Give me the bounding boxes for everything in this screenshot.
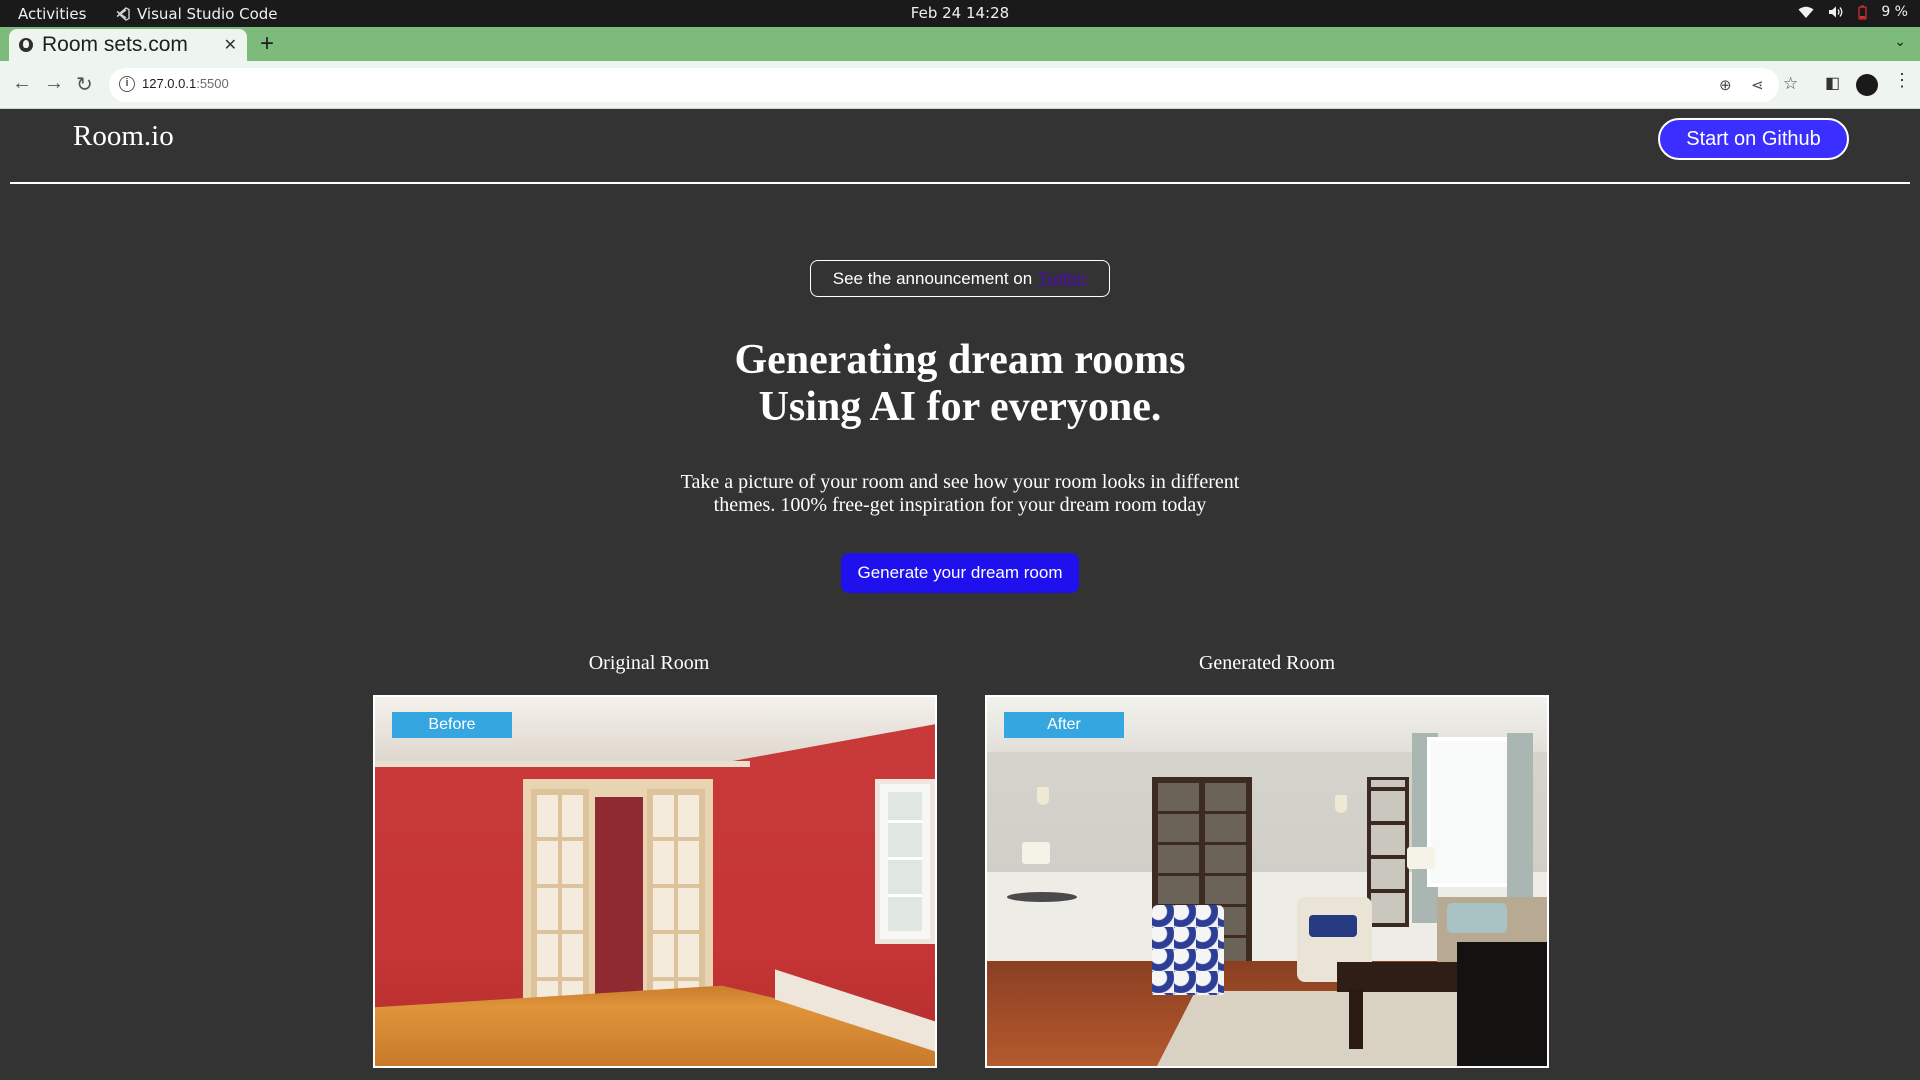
sidepanel-icon[interactable]: ◧: [1825, 73, 1840, 93]
page-content: Room.io Start on Github See the announce…: [0, 109, 1920, 1080]
hero-subtitle: Take a picture of your room and see how …: [680, 471, 1240, 516]
announcement-text: See the announcement on: [832, 268, 1033, 288]
address-bar[interactable]: i 127.0.0.1:5500 ⊕ ⋖ ☆: [109, 68, 1798, 102]
url-text: 127.0.0.1:5500: [142, 76, 229, 91]
before-badge: Before: [392, 712, 512, 738]
generate-dream-room-button[interactable]: Generate your dream room: [841, 553, 1079, 593]
headline-line-2: Using AI for everyone.: [758, 384, 1162, 430]
system-tray[interactable]: 9 %: [1798, 4, 1908, 20]
battery-percentage: 9 %: [1881, 4, 1908, 20]
announcement-pill: See the announcement on Twitter: [810, 260, 1110, 297]
twitter-link[interactable]: Twitter: [1037, 269, 1087, 289]
battery-icon: [1858, 5, 1867, 20]
back-icon[interactable]: ←: [12, 72, 32, 95]
active-app-menu[interactable]: Visual Studio Code: [116, 5, 278, 23]
brand-logo[interactable]: Room.io: [73, 120, 174, 153]
share-icon[interactable]: ⋖: [1751, 76, 1764, 94]
clock[interactable]: Feb 24 14:28: [911, 4, 1009, 22]
active-app-name: Visual Studio Code: [137, 5, 278, 23]
tab-search-chevron-icon[interactable]: ⌄: [1894, 33, 1906, 50]
new-tab-button[interactable]: +: [260, 30, 274, 58]
header-divider: [10, 182, 1910, 184]
hero-headline: Generating dream rooms Using AI for ever…: [0, 337, 1920, 431]
url-port: :5500: [196, 76, 229, 91]
forward-icon[interactable]: →: [44, 72, 64, 95]
zoom-icon[interactable]: ⊕: [1719, 76, 1732, 94]
tab-title: Room sets.com: [42, 33, 188, 56]
menu-icon[interactable]: ⋮: [1893, 70, 1911, 91]
activities-button[interactable]: Activities: [18, 5, 86, 23]
after-badge: After: [1004, 712, 1124, 738]
profile-icon[interactable]: [1856, 74, 1878, 96]
original-room-image: Before: [373, 695, 937, 1068]
browser-tab-strip: Room sets.com ✕ + ⌄: [0, 27, 1920, 61]
vscode-icon: [116, 7, 130, 21]
close-tab-icon[interactable]: ✕: [224, 35, 237, 55]
generated-room-label: Generated Room: [1198, 652, 1336, 674]
reload-icon[interactable]: ↻: [76, 72, 93, 97]
globe-icon: [19, 38, 33, 52]
system-top-bar: Activities Visual Studio Code Feb 24 14:…: [0, 0, 1920, 27]
browser-tab[interactable]: Room sets.com ✕: [9, 29, 247, 61]
wifi-icon: [1798, 6, 1814, 18]
volume-icon: [1829, 6, 1843, 18]
generated-room-image: After: [985, 695, 1549, 1068]
url-host: 127.0.0.1: [142, 76, 197, 91]
headline-line-1: Generating dream rooms: [734, 337, 1186, 383]
original-room-label: Original Room: [588, 652, 710, 674]
start-on-github-button[interactable]: Start on Github: [1658, 118, 1849, 160]
info-icon[interactable]: i: [119, 76, 135, 92]
star-icon[interactable]: ☆: [1783, 74, 1798, 94]
browser-toolbar: ← → ↻ i 127.0.0.1:5500 ⊕ ⋖ ☆ ◧ ⋮: [0, 61, 1920, 109]
